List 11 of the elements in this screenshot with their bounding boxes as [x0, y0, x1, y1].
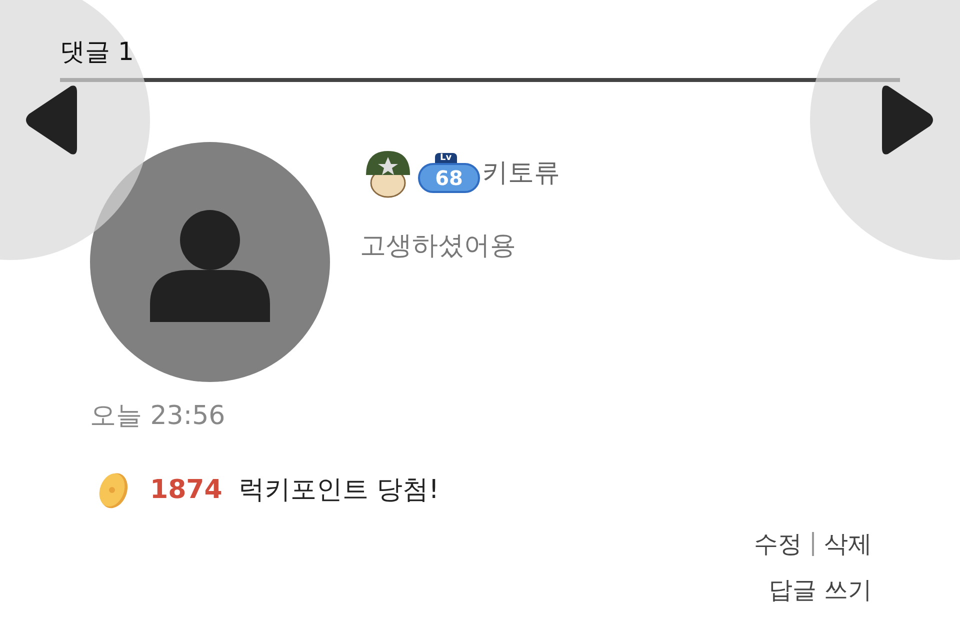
lucky-message: 럭키포인트 당첨! [238, 474, 440, 506]
comment-text: 고생하셨어용 [360, 230, 517, 263]
comment-time: 오늘 23:56 [90, 400, 226, 433]
delete-link[interactable]: 삭제 [824, 526, 872, 562]
lucky-points: 1874 [150, 474, 222, 506]
level-number: 68 [418, 163, 480, 193]
edit-link[interactable]: 수정 [754, 526, 802, 562]
reply-link[interactable]: 답글 쓰기 [768, 572, 872, 608]
comments-heading: 댓글 1 [60, 36, 135, 68]
author-name: 키토류 [482, 156, 560, 190]
level-prefix: Lv [435, 153, 457, 164]
